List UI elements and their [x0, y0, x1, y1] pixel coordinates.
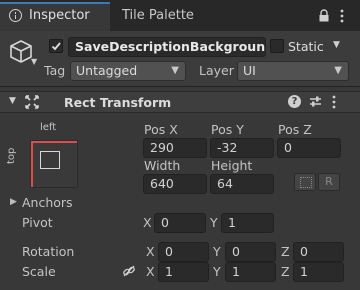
pos-z-label: Pos Z — [278, 122, 312, 137]
pos-y-input[interactable]: -32 — [210, 138, 274, 158]
anchor-horizontal-label: left — [40, 122, 57, 133]
rotation-y-label: Y — [213, 244, 221, 259]
pivot-label: Pivot — [22, 215, 53, 230]
foldout-collapsed-icon[interactable]: ▶ — [10, 197, 17, 207]
chevron-down-icon: ▼ — [171, 65, 179, 76]
blueprint-mode-button[interactable] — [294, 173, 316, 191]
scale-x-input[interactable]: 1 — [158, 262, 209, 282]
pivot-x-label: X — [143, 215, 152, 230]
height-label: Height — [211, 158, 253, 173]
anchor-vertical-label: top — [6, 147, 17, 164]
lock-icon[interactable] — [318, 9, 330, 22]
pivot-y-input[interactable]: 1 — [221, 213, 274, 233]
pos-z-input[interactable]: 0 — [277, 138, 341, 158]
static-label: Static — [288, 39, 324, 54]
pos-x-label: Pos X — [144, 122, 178, 137]
preset-sliders-icon[interactable] — [309, 95, 322, 108]
rotation-y-input[interactable]: 0 — [225, 242, 276, 262]
icon-dropdown-arrow-icon[interactable]: ▼ — [31, 57, 37, 66]
tag-dropdown[interactable]: Untagged ▼ — [70, 61, 186, 81]
raw-edit-button[interactable]: R — [318, 173, 340, 191]
pivot-y-label: Y — [210, 215, 218, 230]
rotation-label: Rotation — [22, 244, 75, 259]
pos-y-label: Pos Y — [211, 122, 244, 137]
static-checkbox[interactable] — [270, 39, 284, 53]
kebab-menu-icon[interactable] — [340, 9, 344, 23]
foldout-expanded-icon[interactable]: ▼ — [9, 96, 16, 106]
static-dropdown-arrow-icon[interactable]: ▼ — [333, 40, 340, 50]
help-icon[interactable]: ? — [288, 95, 301, 108]
component-title: Rect Transform — [64, 95, 172, 110]
scale-z-input[interactable]: 1 — [293, 262, 344, 282]
pivot-x-input[interactable]: 0 — [154, 213, 206, 233]
width-label: Width — [144, 158, 181, 173]
layer-value: UI — [243, 63, 256, 78]
anchor-cross-icon — [25, 95, 39, 109]
kebab-menu-icon[interactable] — [332, 95, 336, 109]
cube-icon — [10, 40, 32, 63]
scale-y-input[interactable]: 1 — [225, 262, 276, 282]
rotation-x-label: X — [146, 244, 155, 259]
width-input[interactable]: 640 — [143, 174, 207, 194]
scale-y-label: Y — [213, 264, 221, 279]
anchors-label[interactable]: Anchors — [22, 195, 73, 210]
tab-tile-palette[interactable]: Tile Palette — [122, 8, 194, 23]
constrain-proportions-link-icon[interactable] — [122, 264, 136, 278]
component-header-rect-transform[interactable] — [0, 91, 360, 113]
tab-inspector-label: Inspector — [29, 8, 90, 23]
scale-label: Scale — [22, 264, 56, 279]
tag-value: Untagged — [76, 63, 138, 78]
gameobject-name-input[interactable]: SaveDescriptionBackground — [68, 37, 266, 57]
layer-dropdown[interactable]: UI ▼ — [237, 61, 349, 81]
rotation-z-input[interactable]: 0 — [293, 242, 344, 262]
layer-label: Layer — [199, 63, 234, 78]
tag-label: Tag — [44, 63, 66, 78]
chevron-down-icon: ▼ — [334, 65, 342, 76]
anchor-presets-button[interactable] — [30, 140, 78, 188]
active-checkbox[interactable] — [49, 39, 63, 53]
rotation-x-input[interactable]: 0 — [158, 242, 209, 262]
rotation-z-label: Z — [281, 244, 290, 259]
scale-z-label: Z — [281, 264, 290, 279]
height-input[interactable]: 64 — [210, 174, 274, 194]
pos-x-input[interactable]: 290 — [143, 138, 207, 158]
scale-x-label: X — [146, 264, 155, 279]
inspector-info-icon — [9, 9, 22, 22]
